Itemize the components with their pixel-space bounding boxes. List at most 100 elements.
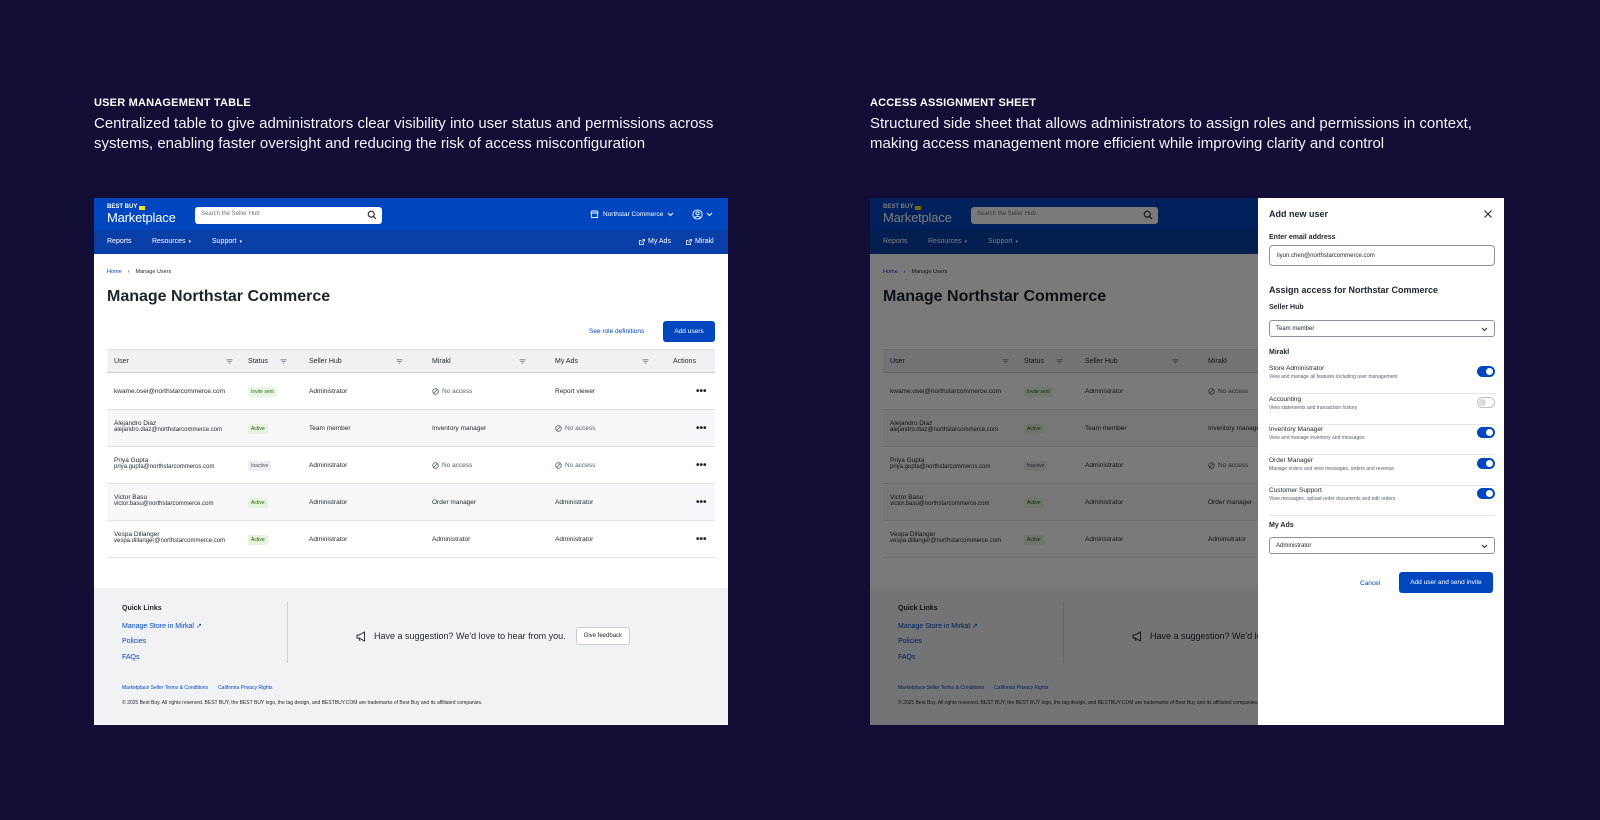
permission-name: Store Administrator [1269,365,1325,372]
breadcrumb-home[interactable]: Home [107,269,122,275]
search-input[interactable]: Search the Seller Hub [195,207,382,224]
chevron-down-icon: ▾ [188,238,191,245]
nav-label: Resources [152,238,186,245]
toggle-knob [1479,398,1486,406]
nav-reports[interactable]: Reports [107,238,132,245]
cancel-button[interactable]: Cancel [1360,580,1380,587]
seller-hub-value: Team member [1276,326,1315,332]
col-user[interactable]: User [114,358,129,365]
chevron-down-icon [667,212,674,216]
table-row[interactable]: Vespa Dillanger vespa.dillanger@northsta… [107,521,715,558]
account-menu[interactable] [692,209,713,220]
seller-hub-select[interactable]: Team member [1269,320,1495,337]
user-email: kwame.osei@northstarcommerce.com [114,388,225,395]
quick-link-mirakl[interactable]: Manage Store in Mirkal ↗ [122,622,202,630]
caption-title: USER MANAGEMENT TABLE [94,97,251,109]
col-seller-hub[interactable]: Seller Hub [309,358,342,365]
more-actions-icon[interactable]: ••• [696,460,707,471]
table-header: User Status Seller Hub Mirakl My Ads Act… [107,349,715,373]
terms-link[interactable]: Marketplace Seller Terms & Conditions [122,685,208,691]
user-icon [692,209,703,220]
permission-row: Order Manager Manage orders and view mess… [1269,456,1495,486]
table-row[interactable]: Priya Gupta priya.gupta@northstarcommero… [107,447,715,484]
breadcrumb-current: Manage Users [135,269,172,275]
close-icon[interactable] [1483,209,1493,219]
external-link-icon [686,238,692,245]
filter-icon[interactable] [280,359,287,364]
table-row[interactable]: Alejandro Diaz alejandro.diaz@northstarc… [107,410,715,447]
permission-toggle[interactable] [1477,366,1495,377]
chevron-right-icon: › [127,269,130,275]
no-access-icon [555,425,562,432]
col-status[interactable]: Status [248,358,268,365]
email-label: Enter email address [1269,234,1336,241]
email-field[interactable]: liyun.chen@northstarcommerce.com [1269,245,1495,266]
nav-label: Support [212,238,237,245]
megaphone-icon [356,630,365,642]
suggestion-text: Have a suggestion? We'd love to hear fro… [374,631,566,641]
role-definitions-link[interactable]: See role definitions [589,328,644,335]
quick-link-policies[interactable]: Policies [122,638,146,645]
caption-text: Structured side sheet that allows admini… [870,115,1472,152]
my-ads-label: My Ads [1269,522,1294,529]
feedback-prompt: Have a suggestion? We'd love to hear fro… [356,627,631,645]
permission-row: Customer Support View messages, upload or… [1269,486,1495,516]
user-name: Vespa Dillanger [114,531,160,538]
external-link-icon [639,238,645,245]
permission-row: Store Administrator View and manage all f… [1269,364,1495,394]
status-badge: Invite sent [248,387,277,397]
more-actions-icon[interactable]: ••• [696,423,707,434]
table-row[interactable]: kwame.osei@northstarcommerce.com Invite … [107,373,715,410]
search-icon[interactable] [367,210,377,220]
permission-description: View statements and transaction history [1269,404,1358,411]
permission-description: View messages, upload order documents an… [1269,496,1396,502]
permission-description: View and manage inventory and messages [1269,435,1365,441]
footer-divider [287,602,288,663]
permission-name: Customer Support [1269,487,1322,494]
breadcrumb: Home › Manage Users [107,269,171,275]
mirakl-role: Administrator [432,536,471,543]
mirakl-role: Order manager [432,499,477,506]
nav-my-ads[interactable]: My Ads [639,238,671,245]
permission-name: Accounting [1269,395,1302,403]
permission-toggle[interactable] [1477,457,1495,469]
store-switcher[interactable]: Northstar Commerce [590,210,674,218]
user-management-screen: BEST BUY Marketplace Search the Seller H… [94,198,728,725]
toggle-knob [1486,490,1493,497]
more-actions-icon[interactable]: ••• [696,386,707,397]
add-user-send-invite-button[interactable]: Add user and send invite [1399,572,1493,593]
no-access-icon [432,462,439,469]
chevron-down-icon [706,212,713,217]
toggle-knob [1486,429,1493,436]
store-name: Northstar Commerce [603,210,664,218]
permission-toggle[interactable] [1477,396,1495,408]
filter-icon[interactable] [642,359,649,364]
col-actions: Actions [673,358,696,365]
seller-hub-role: Administrator [309,462,348,469]
nav-support[interactable]: Support▾ [212,238,242,245]
privacy-link[interactable]: California Privacy Rights [218,685,272,691]
mirakl-role: No access [432,388,472,395]
my-ads-select[interactable]: Administrator [1269,537,1495,554]
add-users-button[interactable]: Add users [663,321,715,342]
filter-icon[interactable] [226,359,233,364]
filter-icon[interactable] [396,359,403,364]
quick-link-faqs[interactable]: FAQs [122,654,140,661]
filter-icon[interactable] [519,359,526,364]
main-nav: Reports Resources▾ Support▾ My Ads Mirak… [94,230,728,254]
permission-toggle[interactable] [1477,488,1495,499]
col-my-ads[interactable]: My Ads [555,358,578,365]
user-email: priya.gupta@northstarcommeros.com [114,464,215,470]
more-actions-icon[interactable]: ••• [696,534,707,545]
nav-mirakl[interactable]: Mirakl [686,238,714,245]
table-row[interactable]: Victor Basu victor.basu@northstarcommerc… [107,484,715,521]
no-access-icon [432,388,439,395]
more-actions-icon[interactable]: ••• [696,497,707,508]
marketplace-logo[interactable]: BEST BUY Marketplace [107,204,176,225]
give-feedback-button[interactable]: Give feedback [575,627,631,645]
col-mirakl[interactable]: Mirakl [432,358,451,365]
permission-toggle[interactable] [1477,427,1495,438]
table-body: kwame.osei@northstarcommerce.com Invite … [107,373,715,558]
nav-resources[interactable]: Resources▾ [152,238,191,245]
user-name: Victor Basu [114,494,148,501]
